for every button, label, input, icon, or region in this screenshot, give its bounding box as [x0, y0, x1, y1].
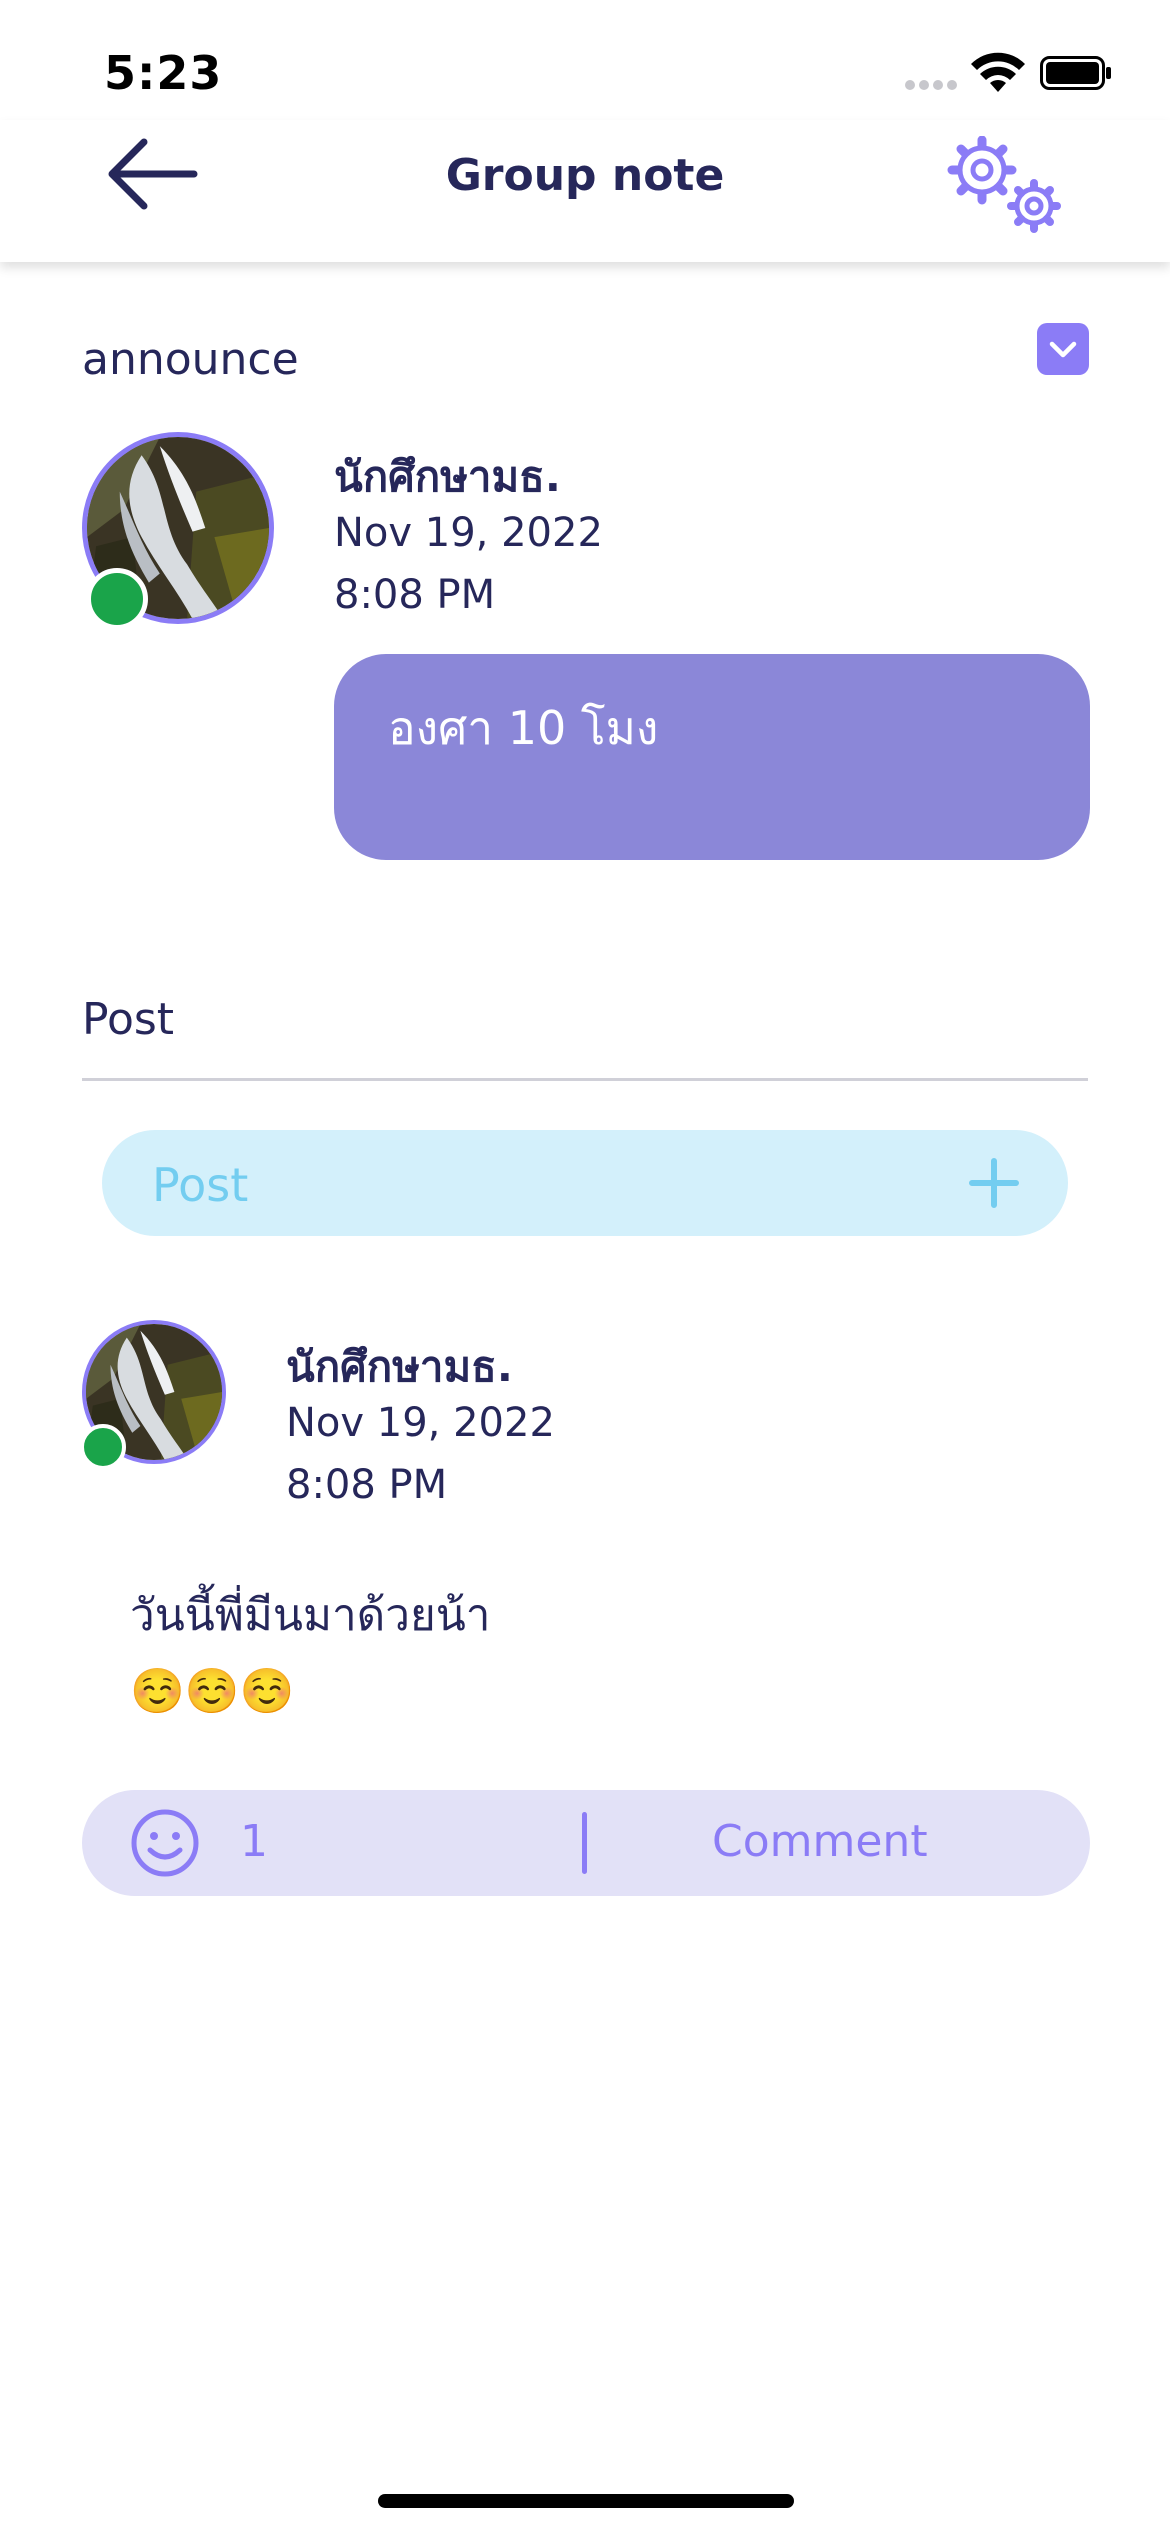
post-emojis: ☺️☺️☺️	[130, 1666, 295, 1717]
post-input-placeholder: Post	[152, 1158, 249, 1212]
post-author: นักศึกษามธ.	[286, 1342, 513, 1391]
post-time: 8:08 PM	[286, 1462, 448, 1508]
home-indicator	[378, 2494, 794, 2508]
signal-icon	[905, 80, 960, 94]
announce-label: announce	[82, 334, 299, 385]
post-date: Nov 19, 2022	[286, 1400, 555, 1446]
online-status-dot	[86, 568, 148, 630]
chevron-down-icon	[1049, 341, 1077, 358]
actions-divider	[582, 1812, 587, 1874]
status-time: 5:23	[104, 46, 223, 100]
announce-date: Nov 19, 2022	[334, 510, 603, 556]
post-text: วันนี้พี่มีนมาด้วยน้า	[130, 1590, 491, 1641]
smile-icon[interactable]	[130, 1808, 200, 1878]
wifi-icon	[971, 52, 1025, 92]
post-section-label: Post	[82, 994, 175, 1045]
divider	[82, 1078, 1088, 1081]
settings-gears-icon[interactable]	[944, 136, 1068, 236]
announce-toggle-button[interactable]	[1037, 323, 1089, 375]
online-status-dot	[80, 1424, 126, 1470]
comment-button[interactable]: Comment	[712, 1816, 928, 1867]
announce-message: องศา 10 โมง	[388, 701, 659, 755]
announce-time: 8:08 PM	[334, 572, 496, 618]
battery-icon	[1040, 56, 1111, 90]
reaction-count: 1	[240, 1816, 268, 1867]
plus-icon[interactable]	[966, 1155, 1022, 1211]
announce-author: นักศึกษามธ.	[334, 452, 561, 501]
post-body: วันนี้พี่มีนมาด้วยน้า ☺️☺️☺️	[130, 1578, 491, 1730]
